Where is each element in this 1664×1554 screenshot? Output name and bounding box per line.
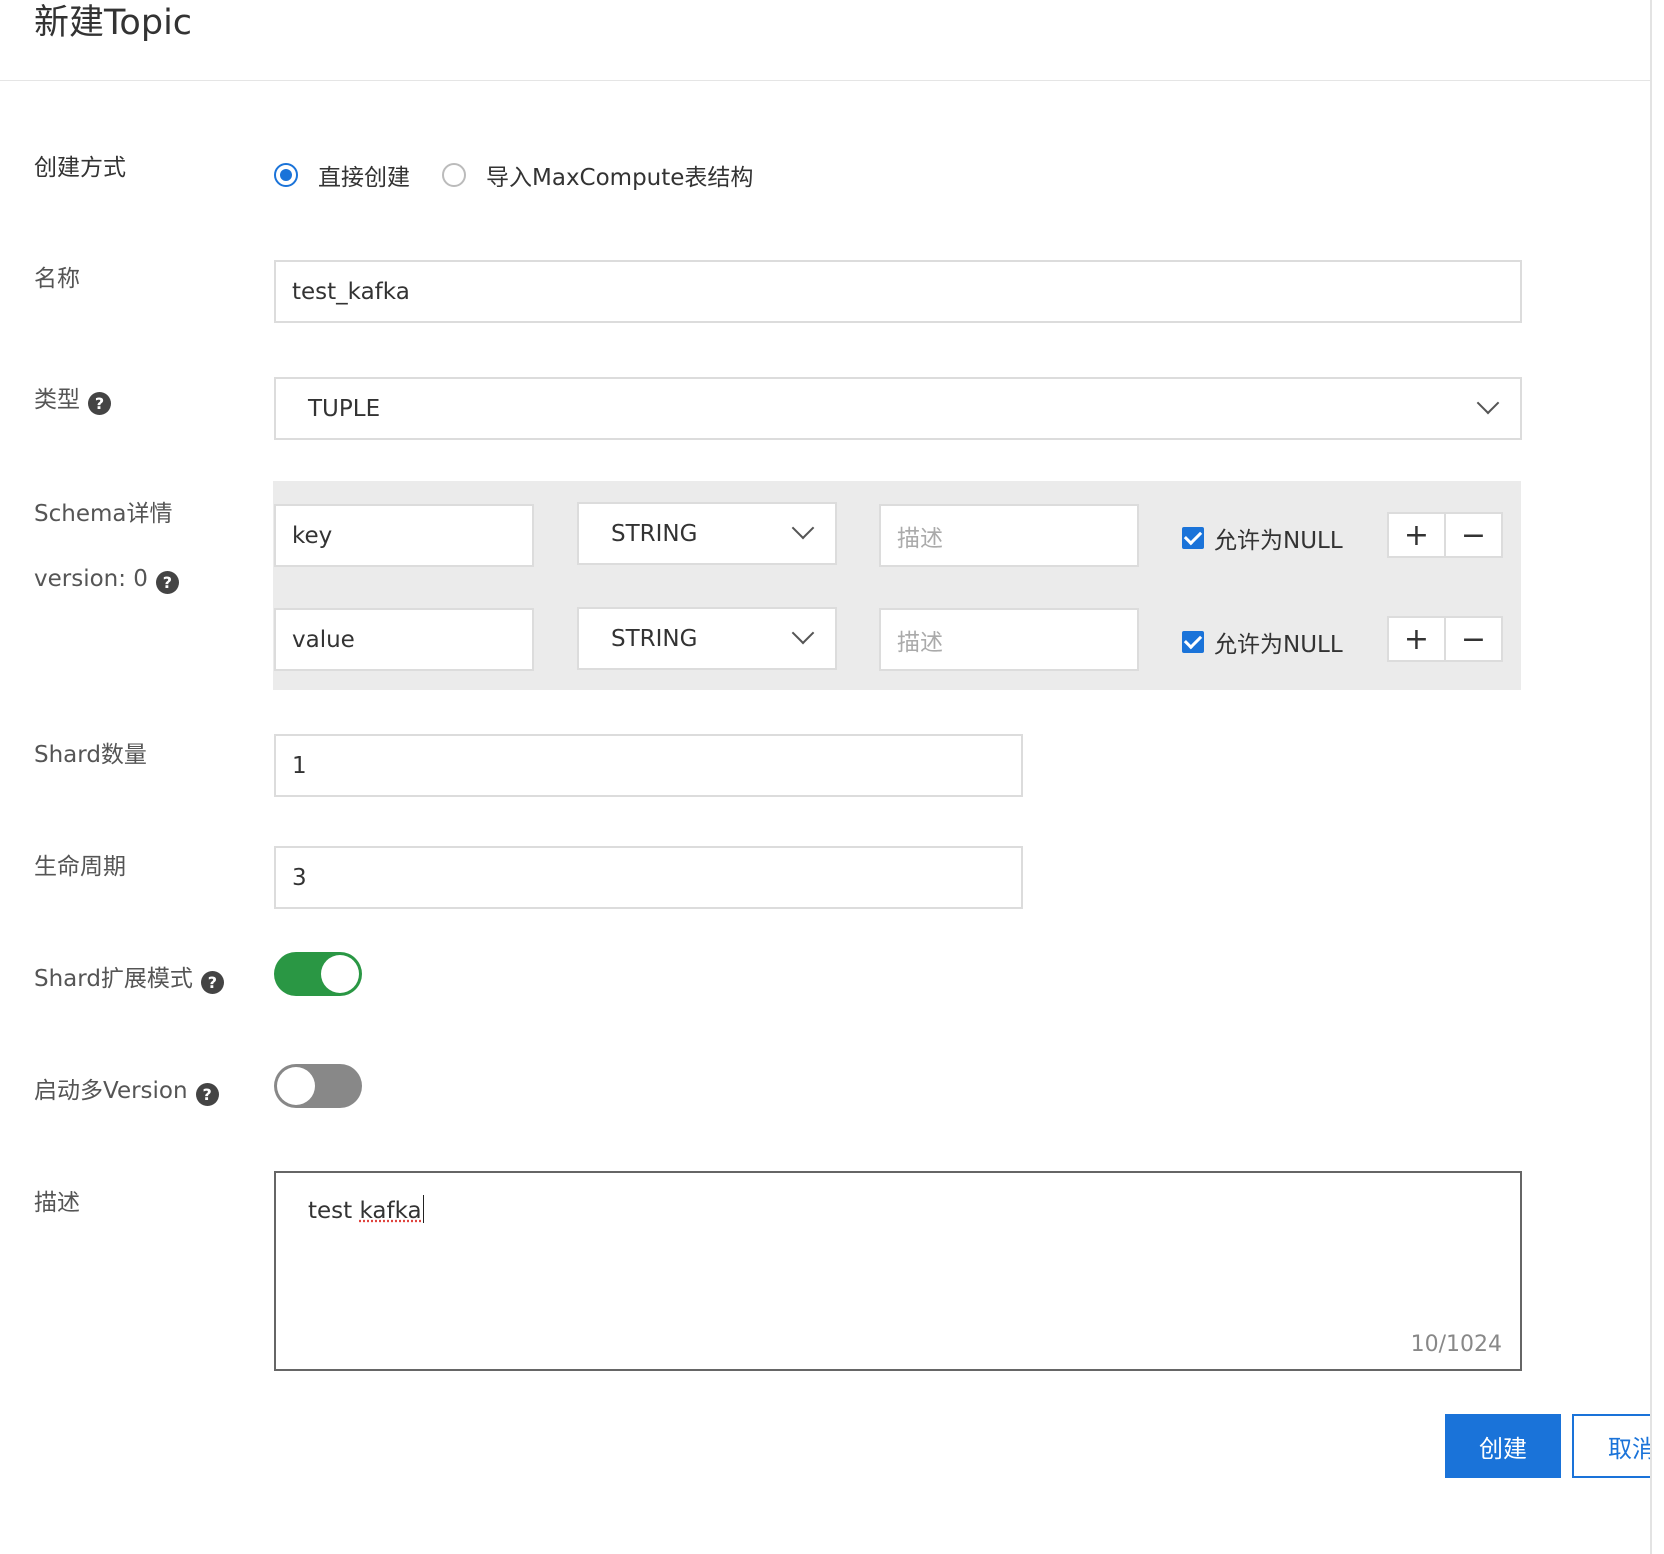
create-button[interactable]: 创建 [1445, 1414, 1561, 1478]
description-label: 描述 [34, 1190, 80, 1216]
schema-field-name-input[interactable]: key [274, 504, 534, 567]
schema-field-type-select[interactable]: STRING [577, 607, 837, 670]
schema-row-actions: + − [1387, 616, 1503, 662]
schema-field-desc-input[interactable]: 描述 [879, 608, 1139, 671]
add-field-button[interactable]: + [1389, 514, 1444, 556]
type-help-icon[interactable]: ? [88, 392, 111, 415]
lifecycle-value: 3 [292, 864, 307, 891]
description-text: test kafka [308, 1195, 425, 1224]
lifecycle-label: 生命周期 [34, 854, 126, 880]
shard-extend-toggle[interactable] [274, 952, 362, 996]
schema-field-desc-input[interactable]: 描述 [879, 504, 1139, 567]
radio-import-maxcompute-label[interactable]: 导入MaxCompute表结构 [486, 158, 753, 192]
allow-null-label: 允许为NULL [1214, 528, 1343, 554]
type-select-value: TUPLE [308, 395, 381, 422]
schema-field-type-value: STRING [611, 625, 698, 652]
radio-import-maxcompute[interactable] [442, 163, 466, 187]
header-divider [0, 80, 1650, 81]
type-label: 类型? [34, 385, 111, 415]
description-textarea[interactable]: test kafka 10/1024 [274, 1171, 1522, 1371]
name-label: 名称 [34, 266, 80, 292]
remove-field-button[interactable]: − [1444, 514, 1501, 556]
multi-version-label: 启动多Version? [34, 1076, 219, 1106]
cancel-button[interactable]: 取消 [1572, 1414, 1650, 1478]
radio-direct-create[interactable] [274, 163, 298, 187]
chevron-down-icon [1476, 391, 1500, 415]
remove-field-button[interactable]: − [1444, 618, 1501, 660]
schema-row-actions: + − [1387, 512, 1503, 558]
schema-version-text: version: 0 [34, 566, 148, 592]
create-method-radio-group: 直接创建 导入MaxCompute表结构 [274, 158, 785, 192]
radio-direct-create-label[interactable]: 直接创建 [318, 158, 410, 192]
allow-null-checkbox[interactable]: 允许为NULL [1182, 625, 1343, 659]
schema-field-type-value: STRING [611, 520, 698, 547]
toggle-knob [277, 1067, 315, 1105]
name-input-value: test_kafka [292, 278, 410, 305]
lifecycle-input[interactable]: 3 [274, 846, 1023, 909]
checkbox-checked-icon[interactable] [1182, 631, 1204, 653]
dialog-title: 新建Topic [34, 3, 193, 43]
create-method-label: 创建方式 [34, 155, 126, 181]
shard-count-value: 1 [292, 752, 307, 779]
shard-extend-label-text: Shard扩展模式 [34, 966, 193, 992]
schema-field-desc-placeholder: 描述 [897, 525, 943, 552]
version-help-icon[interactable]: ? [155, 571, 179, 594]
create-topic-dialog: 新建Topic 创建方式 直接创建 导入MaxCompute表结构 名称 tes… [0, 0, 1650, 1554]
description-text-misspelled: kafka [359, 1198, 422, 1224]
allow-null-checkbox[interactable]: 允许为NULL [1182, 521, 1343, 555]
shard-extend-help-icon[interactable]: ? [200, 971, 224, 994]
multi-version-label-text: 启动多Version [34, 1078, 188, 1104]
text-caret [422, 1195, 425, 1223]
type-select[interactable]: TUPLE [274, 377, 1522, 440]
description-text-plain: test [308, 1198, 360, 1224]
shard-count-input[interactable]: 1 [274, 734, 1023, 797]
allow-null-label: 允许为NULL [1214, 632, 1343, 658]
shard-count-label: Shard数量 [34, 742, 147, 768]
schema-field-name-input[interactable]: value [274, 608, 534, 671]
schema-label: Schema详情 [34, 501, 173, 527]
description-char-counter: 10/1024 [1410, 1332, 1502, 1357]
checkbox-checked-icon[interactable] [1182, 527, 1204, 549]
name-input[interactable]: test_kafka [274, 260, 1522, 323]
schema-field-name-value: value [292, 626, 355, 653]
schema-version-label: version: 0? [34, 564, 179, 594]
shard-extend-label: Shard扩展模式? [34, 964, 224, 994]
schema-field-name-value: key [292, 522, 333, 549]
multi-version-help-icon[interactable]: ? [195, 1083, 219, 1106]
schema-field-desc-placeholder: 描述 [897, 629, 943, 656]
chevron-down-icon [791, 516, 815, 540]
schema-field-type-select[interactable]: STRING [577, 502, 837, 565]
multi-version-toggle[interactable] [274, 1064, 362, 1108]
type-label-text: 类型 [34, 387, 80, 413]
panel-right-border [1650, 0, 1652, 1554]
add-field-button[interactable]: + [1389, 618, 1444, 660]
toggle-knob [321, 955, 359, 993]
chevron-down-icon [791, 621, 815, 645]
